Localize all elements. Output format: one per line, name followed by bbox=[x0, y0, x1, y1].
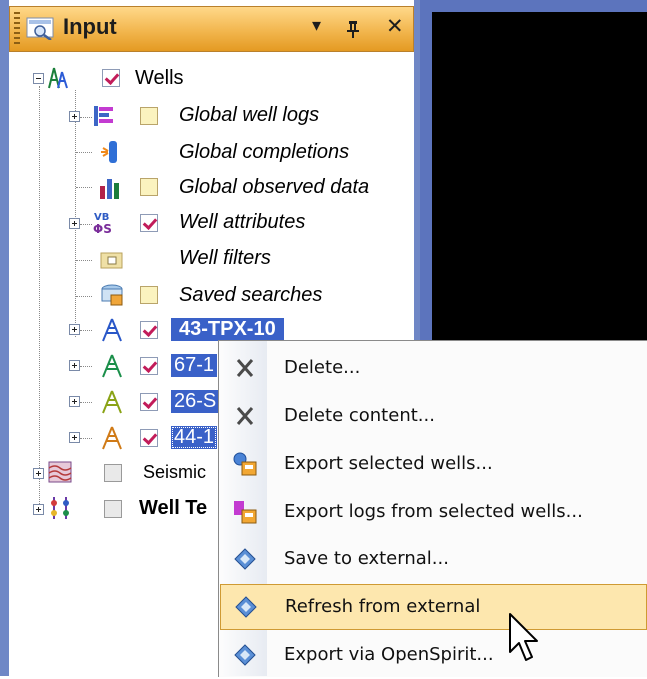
well-44-1-expander[interactable] bbox=[69, 432, 80, 443]
tree-item-seismic[interactable]: Seismic bbox=[143, 462, 206, 483]
openspirit-icon bbox=[234, 644, 256, 666]
refresh-external-icon bbox=[235, 596, 257, 618]
input-icon bbox=[26, 17, 54, 40]
panel-title: Input bbox=[63, 14, 117, 39]
menu-item-label: Save to external... bbox=[284, 548, 449, 569]
menu-item-label: Delete... bbox=[284, 357, 361, 378]
menu-item-label: Export via OpenSpirit... bbox=[284, 644, 494, 665]
tree-item-well-attributes[interactable]: Well attributes bbox=[179, 211, 305, 234]
tree-item-well-tops[interactable]: Well Te bbox=[139, 497, 207, 520]
tree-item-global-observed-data[interactable]: Global observed data bbox=[179, 176, 369, 199]
menu-item-save-to-external[interactable]: Save to external... bbox=[220, 537, 647, 583]
delete-content-icon bbox=[236, 407, 254, 425]
panel-left-border bbox=[0, 0, 9, 676]
well-67-1-expander[interactable] bbox=[69, 360, 80, 371]
global-well-logs-expander[interactable] bbox=[69, 111, 80, 122]
well-26-s-checkbox[interactable] bbox=[140, 393, 158, 411]
saved-searches-icon bbox=[101, 284, 123, 306]
well-logs-icon bbox=[94, 106, 113, 126]
menu-item-label: Export logs from selected wells... bbox=[284, 501, 583, 522]
wells-collapse-toggle[interactable] bbox=[33, 73, 44, 84]
well-icon bbox=[102, 390, 122, 414]
well-tops-checkbox[interactable] bbox=[104, 500, 122, 518]
well-icon bbox=[102, 318, 122, 342]
well-43-tpx-10-checkbox[interactable] bbox=[140, 321, 158, 339]
tree-item-well-67-1[interactable]: 67-1 bbox=[171, 354, 218, 377]
tree-item-wells[interactable]: Wells bbox=[135, 67, 184, 90]
menu-item-refresh-from-external[interactable]: Refresh from external bbox=[220, 584, 647, 630]
drag-grip-icon[interactable] bbox=[14, 12, 20, 46]
tree-item-well-43-tpx-10[interactable]: 43-TPX-10 bbox=[171, 318, 284, 341]
tree-item-well-44-1[interactable]: 44-1 bbox=[171, 426, 218, 449]
seismic-icon bbox=[48, 461, 72, 483]
delete-icon bbox=[236, 359, 254, 377]
menu-item-export-via-openspirit[interactable]: Export via OpenSpirit... bbox=[220, 633, 647, 679]
well-icon bbox=[102, 354, 122, 378]
well-attributes-checkbox[interactable] bbox=[140, 214, 158, 232]
menu-item-export-selected-wells[interactable]: Export selected wells... bbox=[220, 442, 647, 488]
wells-icon bbox=[48, 67, 68, 89]
menu-item-delete[interactable]: Delete... bbox=[220, 346, 647, 392]
seismic-checkbox[interactable] bbox=[104, 464, 122, 482]
tree-item-saved-searches[interactable]: Saved searches bbox=[179, 284, 322, 307]
svg-text:ΦS: ΦS bbox=[93, 222, 112, 234]
completions-icon bbox=[101, 141, 117, 163]
tree-item-well-26-s[interactable]: 26-S bbox=[171, 390, 220, 413]
well-attributes-expander[interactable] bbox=[69, 218, 80, 229]
well-44-1-checkbox[interactable] bbox=[140, 429, 158, 447]
well-filters-icon bbox=[100, 252, 123, 269]
well-26-s-expander[interactable] bbox=[69, 396, 80, 407]
well-43-tpx-10-expander[interactable] bbox=[69, 324, 80, 335]
menu-item-label: Refresh from external bbox=[285, 596, 481, 617]
dropdown-icon[interactable]: ▾ bbox=[312, 15, 321, 37]
menu-item-export-logs[interactable]: Export logs from selected wells... bbox=[220, 490, 647, 536]
saved-searches-checkbox[interactable] bbox=[140, 286, 158, 304]
tree-item-global-well-logs[interactable]: Global well logs bbox=[179, 104, 319, 127]
menu-item-label: Delete content... bbox=[284, 405, 435, 426]
menu-item-delete-content[interactable]: Delete content... bbox=[220, 394, 647, 440]
tree-item-global-completions[interactable]: Global completions bbox=[179, 141, 349, 164]
well-icon bbox=[102, 426, 122, 450]
tree-item-well-filters[interactable]: Well filters bbox=[179, 247, 271, 270]
well-67-1-checkbox[interactable] bbox=[140, 357, 158, 375]
export-logs-icon bbox=[234, 501, 257, 524]
global-well-logs-checkbox[interactable] bbox=[140, 107, 158, 125]
menu-item-label: Export selected wells... bbox=[284, 453, 493, 474]
well-tops-icon bbox=[51, 497, 69, 519]
mouse-cursor-icon bbox=[509, 613, 538, 661]
well-attributes-icon: VB ΦS bbox=[93, 212, 112, 234]
pin-icon[interactable] bbox=[346, 20, 360, 38]
well-tops-expander[interactable] bbox=[33, 504, 44, 515]
save-external-icon bbox=[234, 548, 256, 570]
wells-checkbox[interactable] bbox=[102, 69, 120, 87]
seismic-expander[interactable] bbox=[33, 468, 44, 479]
global-observed-data-checkbox[interactable] bbox=[140, 178, 158, 196]
observed-data-icon bbox=[100, 179, 119, 199]
close-icon[interactable]: ✕ bbox=[386, 15, 404, 37]
export-wells-icon bbox=[233, 452, 257, 476]
